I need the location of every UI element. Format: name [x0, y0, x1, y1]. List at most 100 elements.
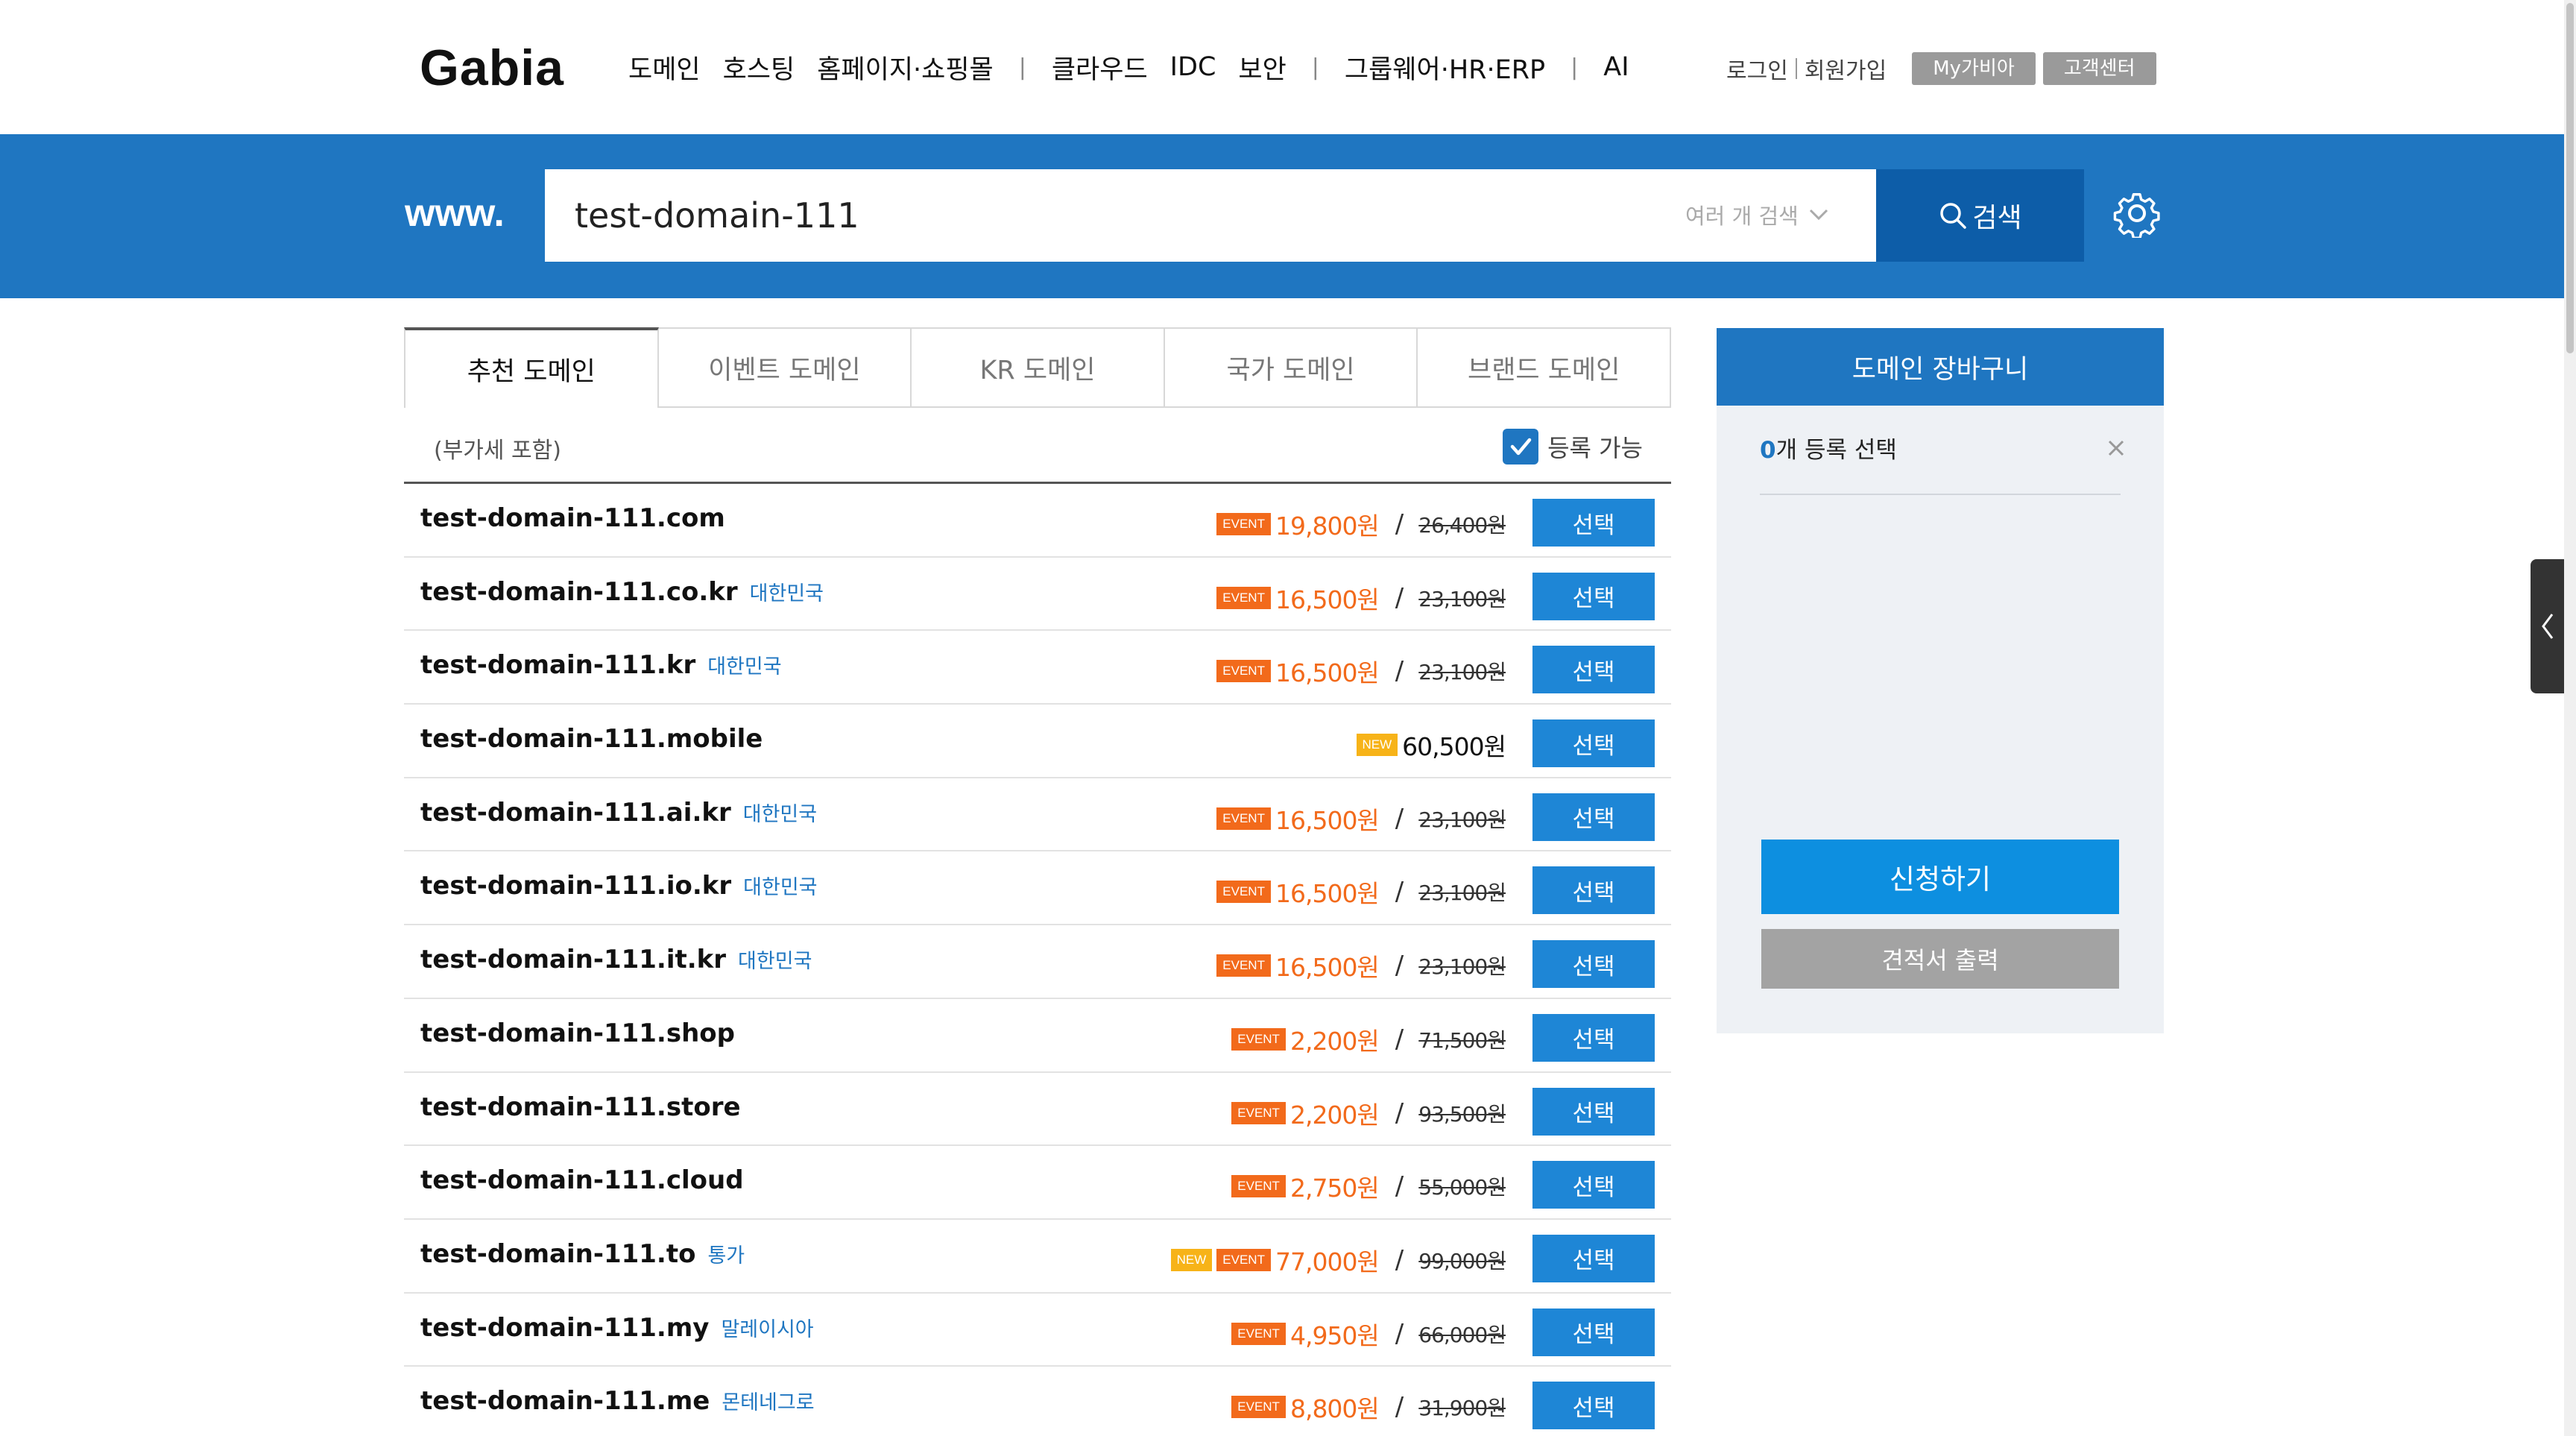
domain-name: test-domain-111.com [420, 503, 725, 533]
domain-search-input[interactable] [545, 169, 1663, 262]
price-separator: / [1395, 1024, 1404, 1054]
domain-name: test-domain-111.it.kr 대한민국 [420, 945, 812, 974]
available-label: 등록 가능 [1547, 434, 1643, 462]
domain-name-text: test-domain-111.mobile [420, 724, 763, 755]
domain-country: 몬테네그로 [722, 1391, 815, 1415]
nav-item-4[interactable]: 클라우드 [1052, 48, 1148, 86]
search-button[interactable]: 검색 [1876, 169, 2084, 262]
sale-price: 4,950원 [1289, 1320, 1380, 1350]
original-price: 23,100원 [1418, 954, 1506, 980]
nav-item-0[interactable]: 도메인 [628, 48, 701, 86]
domain-country: 대한민국 [743, 876, 818, 900]
nav-item-5[interactable]: IDC [1170, 52, 1216, 82]
domain-country: 대한민국 [707, 655, 782, 679]
select-domain-button[interactable]: 선택 [1532, 646, 1655, 694]
domain-row: test-domain-111.to 통가 NEW EVENT 77,000원 / 99,0… [404, 1220, 1671, 1294]
domain-cart-panel: 도메인 장바구니 0개 등록 선택 신청하기 견적서 출력 [1717, 328, 2164, 1033]
cart-count: 0개 등록 선택 [1760, 431, 1897, 465]
domain-name-text: test-domain-111.my [420, 1312, 710, 1343]
price-separator: / [1395, 582, 1404, 613]
tab-1[interactable]: 이벤트 도메인 [658, 327, 912, 408]
nav-item-6[interactable]: 보안 [1238, 48, 1286, 86]
select-domain-button[interactable]: 선택 [1532, 719, 1655, 768]
event-badge: EVENT [1216, 586, 1271, 609]
event-badge: EVENT [1231, 1175, 1286, 1198]
event-badge: EVENT [1216, 881, 1271, 904]
price-group: EVENT 16,500원 / 23,100원 [1216, 801, 1506, 837]
select-domain-button[interactable]: 선택 [1532, 1234, 1655, 1282]
print-quote-button[interactable]: 견적서 출력 [1761, 929, 2119, 989]
price-separator: / [1395, 509, 1404, 539]
select-domain-button[interactable]: 선택 [1532, 1087, 1655, 1136]
multi-search-toggle[interactable]: 여러 개 검색 [1685, 199, 1828, 230]
price-group: EVENT 16,500원 / 23,100원 [1216, 653, 1506, 689]
select-domain-button[interactable]: 선택 [1532, 793, 1655, 841]
login-link[interactable]: 로그인 [1726, 52, 1788, 85]
select-domain-button[interactable]: 선택 [1532, 1013, 1655, 1062]
domain-name: test-domain-111.mobile [420, 724, 763, 754]
tab-4[interactable]: 브랜드 도메인 [1418, 327, 1671, 408]
new-badge: NEW [1356, 734, 1398, 757]
price-separator: / [1395, 1244, 1404, 1275]
search-band: www. 여러 개 검색 검색 [0, 134, 2564, 298]
event-badge: EVENT [1231, 1101, 1286, 1124]
select-domain-button[interactable]: 선택 [1532, 1161, 1655, 1209]
apply-button[interactable]: 신청하기 [1761, 840, 2119, 914]
tab-0[interactable]: 추천 도메인 [404, 327, 659, 408]
domain-row: test-domain-111.my 말레이시아 EVENT 4,950원 / 66,00… [404, 1294, 1671, 1367]
select-domain-button[interactable]: 선택 [1532, 940, 1655, 989]
cart-title: 도메인 장바구니 [1717, 328, 2164, 406]
domain-category-tabs: 추천 도메인 이벤트 도메인 KR 도메인 국가 도메인 브랜드 도메인 [404, 327, 1671, 408]
gear-icon[interactable] [2112, 189, 2162, 238]
available-only-toggle[interactable]: 등록 가능 [1503, 429, 1643, 465]
signup-link[interactable]: 회원가입 [1805, 52, 1887, 85]
cart-count-suffix: 개 등록 선택 [1775, 437, 1897, 464]
vat-note: (부가세 포함) [434, 438, 561, 464]
price-separator: / [1395, 803, 1404, 834]
domain-name-text: test-domain-111.to [420, 1238, 696, 1269]
original-price: 23,100원 [1418, 881, 1506, 906]
sale-price: 16,500원 [1275, 585, 1380, 614]
select-domain-button[interactable]: 선택 [1532, 866, 1655, 915]
price-separator: / [1395, 1098, 1404, 1128]
close-icon[interactable] [2103, 435, 2129, 461]
tab-2[interactable]: KR 도메인 [912, 327, 1165, 408]
nav-divider: | [1018, 54, 1026, 81]
page-scrollbar[interactable] [2564, 0, 2576, 1436]
domain-name: test-domain-111.io.kr 대한민국 [420, 871, 818, 901]
domain-name-text: test-domain-111.io.kr [420, 871, 732, 901]
domain-name: test-domain-111.ai.kr 대한민국 [420, 798, 817, 828]
event-badge: EVENT [1216, 1248, 1271, 1271]
original-price: 23,100원 [1418, 807, 1506, 832]
available-checkbox[interactable] [1503, 429, 1539, 465]
customer-center-button[interactable]: 고객센터 [2042, 52, 2156, 85]
scrollbar-thumb[interactable] [2566, 3, 2574, 353]
price-group: EVENT 2,200원 / 71,500원 [1231, 1021, 1506, 1057]
price-group: NEW EVENT 77,000원 / 99,000원 [1170, 1242, 1506, 1278]
domain-name: test-domain-111.co.kr 대한민국 [420, 577, 824, 607]
tab-3[interactable]: 국가 도메인 [1164, 327, 1418, 408]
sale-price: 8,800원 [1289, 1394, 1380, 1424]
nav-item-10[interactable]: AI [1603, 52, 1629, 82]
original-price: 55,000원 [1418, 1175, 1506, 1200]
nav-item-1[interactable]: 호스팅 [723, 48, 795, 86]
select-domain-button[interactable]: 선택 [1532, 572, 1655, 620]
domain-name: test-domain-111.store [420, 1092, 741, 1122]
domain-country: 대한민국 [742, 802, 818, 826]
domain-name: test-domain-111.to 통가 [420, 1239, 745, 1269]
my-gabia-button[interactable]: My가비아 [1912, 52, 2036, 85]
domain-name: test-domain-111.cloud [420, 1165, 744, 1195]
event-badge: EVENT [1216, 807, 1271, 830]
side-panel-toggle[interactable] [2531, 559, 2564, 693]
main-nav: 도메인 호스팅 홈페이지·쇼핑몰 | 클라우드 IDC 보안 | 그룹웨어·HR·ERP | AI [628, 48, 1652, 86]
gabia-logo[interactable]: Gabia [420, 39, 564, 97]
utility-menu: 로그인 회원가입 My가비아 고객센터 [1726, 52, 2156, 85]
sale-price: 16,500원 [1275, 658, 1380, 688]
select-domain-button[interactable]: 선택 [1532, 499, 1655, 547]
nav-item-8[interactable]: 그룹웨어·HR·ERP [1345, 48, 1545, 86]
domain-row: test-domain-111.me 몬테네그로 EVENT 8,800원 / 31,90… [404, 1367, 1671, 1436]
sale-price: 16,500원 [1275, 879, 1380, 909]
nav-item-2[interactable]: 홈페이지·쇼핑몰 [817, 48, 994, 86]
select-domain-button[interactable]: 선택 [1532, 1382, 1655, 1430]
select-domain-button[interactable]: 선택 [1532, 1308, 1655, 1356]
